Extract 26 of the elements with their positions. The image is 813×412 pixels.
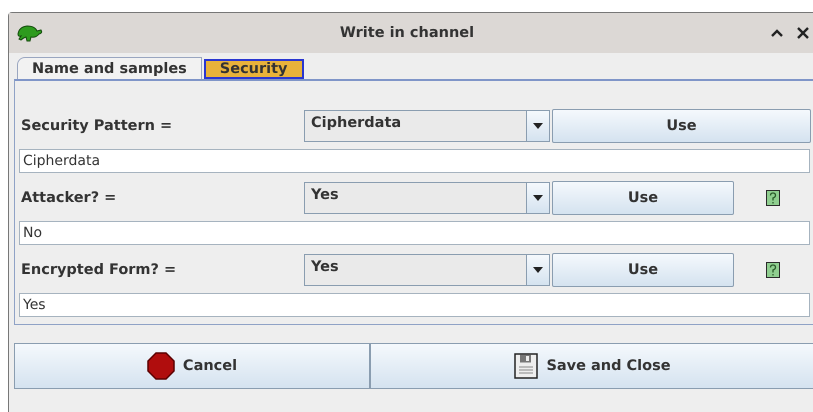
tab[interactable]: Name and samples: [17, 57, 202, 79]
dropdown[interactable]: Yes: [304, 182, 550, 214]
use-button[interactable]: Use: [552, 181, 734, 215]
caret-up-icon[interactable]: [771, 29, 783, 37]
caret-down-icon: [533, 267, 543, 273]
window-title: Write in channel: [338, 25, 476, 41]
field-label: Attacker? =: [21, 190, 118, 206]
input-field[interactable]: Cipherdata: [19, 149, 810, 173]
help-icon[interactable]: [766, 262, 780, 278]
field-label: Encrypted Form? =: [21, 262, 178, 278]
stop-icon: [146, 352, 175, 380]
cancel-button[interactable]: Cancel: [14, 343, 370, 389]
close-icon[interactable]: [797, 27, 809, 39]
field-label: Security Pattern =: [21, 118, 174, 134]
help-icon[interactable]: [766, 190, 780, 206]
use-button[interactable]: Use: [552, 253, 734, 287]
dropdown[interactable]: Cipherdata: [304, 110, 550, 142]
tab[interactable]: Security: [204, 59, 304, 79]
use-button[interactable]: Use: [552, 109, 811, 143]
caret-down-icon: [533, 123, 543, 129]
input-field[interactable]: No: [19, 221, 810, 245]
input-field[interactable]: Yes: [19, 293, 810, 317]
dropdown[interactable]: Yes: [304, 254, 550, 286]
save-button[interactable]: Save and Close: [370, 343, 813, 389]
caret-down-icon: [533, 195, 543, 201]
turtle-icon: [15, 24, 43, 42]
